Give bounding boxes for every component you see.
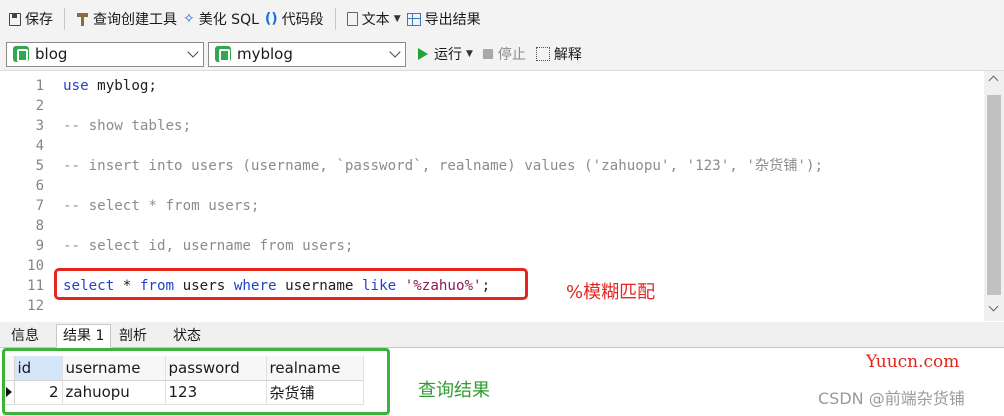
run-label: 运行	[434, 47, 462, 63]
text-button[interactable]: 文本 ▼	[344, 6, 404, 32]
scroll-up-icon[interactable]	[988, 75, 999, 86]
code-line-7: -- select * from users;	[63, 198, 260, 214]
export-result-button[interactable]: 导出结果	[404, 6, 484, 32]
red-highlight-box	[54, 268, 528, 300]
line-number: 3	[35, 118, 44, 134]
save-icon	[9, 12, 21, 26]
scroll-down-icon[interactable]	[988, 301, 999, 312]
site-watermark: Yuucn.com	[866, 352, 960, 372]
database-select[interactable]: myblog	[208, 41, 406, 67]
author-watermark: CSDN @前端杂货铺	[818, 389, 965, 408]
stop-label: 停止	[497, 47, 526, 63]
document-icon	[346, 12, 358, 26]
export-icon	[406, 12, 421, 26]
query-result-annotation: 查询结果	[418, 380, 490, 401]
result-tabs: 信息 结果 1 剖析 状态	[0, 322, 1004, 348]
toolbar-separator	[334, 8, 336, 30]
line-number-gutter: 1 2 3 4 5 6 7 8 9 10 11 12	[0, 71, 48, 321]
code-snippet-label: 代码段	[281, 12, 324, 28]
beautify-wand-icon: ✧	[183, 11, 195, 27]
code-line-9: -- select id, username from users;	[63, 238, 354, 254]
export-result-label: 导出结果	[424, 12, 481, 28]
chevron-down-icon	[389, 46, 401, 58]
query-builder-label: 查询创建工具	[93, 12, 177, 28]
stop-icon	[482, 49, 493, 59]
chevron-down-icon	[187, 46, 199, 58]
sql-editor[interactable]: 1 2 3 4 5 6 7 8 9 10 11 12 use myblog; -…	[0, 70, 1004, 321]
line-number: 10	[27, 258, 44, 274]
explain-icon	[535, 47, 550, 61]
line-number: 1	[35, 78, 44, 94]
line-number: 5	[35, 158, 44, 174]
save-button[interactable]: 保存	[6, 6, 56, 32]
line-number: 2	[35, 98, 44, 114]
explain-label: 解释	[553, 47, 582, 63]
connection-bar: blog myblog 运行 ▼ 停止 解释	[0, 38, 1004, 70]
stop-button[interactable]: 停止	[482, 44, 526, 64]
query-builder-icon	[76, 12, 89, 26]
caret-down-icon: ▼	[393, 14, 401, 24]
database-icon	[13, 46, 29, 62]
code-token: myblog;	[88, 78, 157, 94]
braces-icon: ()	[264, 11, 278, 27]
database-value: myblog	[237, 45, 293, 63]
connection-value: blog	[35, 45, 68, 63]
tab-status[interactable]: 状态	[166, 324, 208, 348]
caret-down-icon: ▼	[466, 49, 473, 59]
line-number: 11	[27, 278, 44, 294]
line-number: 9	[35, 238, 44, 254]
code-line-1: use myblog;	[63, 76, 157, 96]
explain-button[interactable]: 解释	[535, 44, 582, 64]
beautify-sql-label: 美化 SQL	[198, 12, 259, 28]
code-line-5: -- insert into users (username, `passwor…	[63, 158, 824, 174]
query-builder-button[interactable]: 查询创建工具	[73, 6, 180, 32]
line-number: 4	[35, 138, 44, 154]
line-number: 7	[35, 198, 44, 214]
code-line-3: -- show tables;	[63, 118, 192, 134]
save-label: 保存	[25, 12, 53, 28]
code-snippet-button[interactable]: () 代码段	[262, 6, 327, 32]
green-highlight-box	[2, 348, 390, 415]
run-button[interactable]: 运行 ▼	[418, 44, 473, 64]
editor-vertical-scrollbar[interactable]	[984, 71, 1004, 321]
fuzzy-match-annotation: %模糊匹配	[566, 282, 656, 303]
line-number: 8	[35, 218, 44, 234]
scrollbar-thumb[interactable]	[987, 95, 1001, 295]
toolbar-separator	[64, 8, 65, 30]
text-label: 文本	[361, 12, 390, 28]
beautify-sql-button[interactable]: ✧ 美化 SQL	[180, 6, 262, 32]
tab-result-1[interactable]: 结果 1	[56, 324, 112, 348]
connection-select[interactable]: blog	[6, 41, 204, 67]
line-number: 12	[27, 298, 44, 314]
tab-info[interactable]: 信息	[4, 324, 46, 348]
main-toolbar: 保存 查询创建工具 ✧ 美化 SQL () 代码段 文本 ▼ 导出结果	[0, 0, 1004, 38]
play-icon	[418, 48, 428, 60]
tab-profile[interactable]: 剖析	[112, 324, 154, 348]
code-token: use	[63, 78, 89, 94]
line-number: 6	[35, 178, 44, 194]
database-icon	[215, 46, 231, 62]
